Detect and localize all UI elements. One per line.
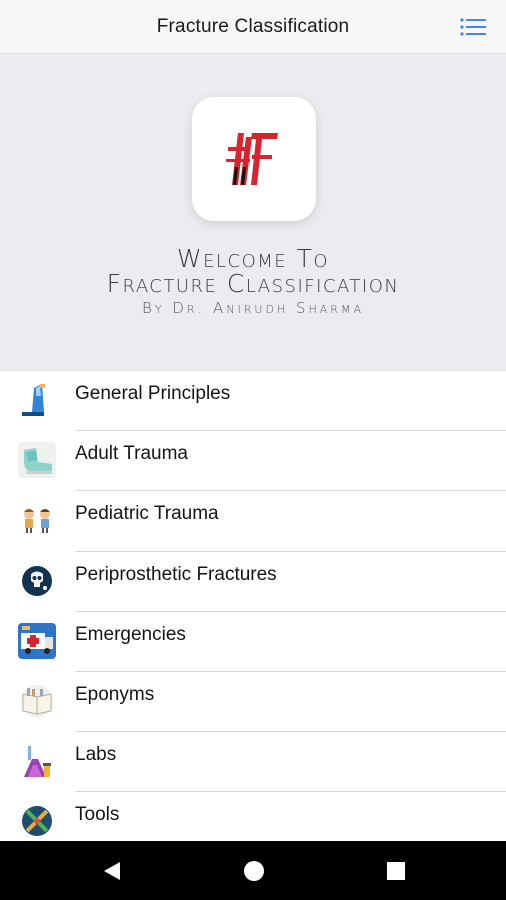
list-item-adult-trauma[interactable]: Adult Trauma bbox=[0, 431, 506, 492]
ff-logo-icon bbox=[226, 133, 278, 185]
home-circle-icon[interactable] bbox=[242, 859, 266, 883]
list-item-pediatric-trauma[interactable]: Pediatric Trauma bbox=[0, 491, 506, 552]
item-label: Periprosthetic Fractures bbox=[75, 563, 277, 585]
app-name-heading: Fracture Classification bbox=[106, 269, 400, 298]
item-label: Eponyms bbox=[75, 683, 155, 705]
list-item-labs[interactable]: Labs bbox=[0, 732, 506, 793]
children-icon bbox=[18, 501, 56, 539]
app-bar: Fracture Classification bbox=[0, 0, 506, 54]
item-label: Pediatric Trauma bbox=[75, 503, 219, 525]
welcome-banner: Welcome To Fracture Classification By Dr… bbox=[0, 54, 506, 371]
skull-xray-icon bbox=[18, 562, 56, 600]
app-logo bbox=[192, 97, 316, 221]
welcome-heading: Welcome To bbox=[176, 244, 330, 273]
list-menu-icon[interactable] bbox=[458, 15, 488, 39]
welcome-text: Welcome To Fracture Classification By Dr… bbox=[0, 246, 506, 318]
system-nav-bar bbox=[0, 841, 506, 900]
item-label: Labs bbox=[75, 744, 117, 766]
list-item-emergencies[interactable]: Emergencies bbox=[0, 612, 506, 672]
list-item-periprosthetic-fractures[interactable]: Periprosthetic Fractures bbox=[0, 552, 506, 612]
recent-square-icon[interactable] bbox=[384, 859, 408, 883]
list-item-tools[interactable]: Tools bbox=[0, 792, 506, 841]
item-label: Tools bbox=[75, 804, 120, 826]
item-label: Adult Trauma bbox=[75, 443, 188, 465]
book-icon bbox=[18, 682, 56, 720]
tools-icon bbox=[18, 802, 56, 840]
category-list: General Principles Adult Trauma Pediatri… bbox=[0, 371, 506, 841]
list-item-eponyms[interactable]: Eponyms bbox=[0, 672, 506, 733]
lab-flask-icon bbox=[18, 742, 56, 780]
back-triangle-icon[interactable] bbox=[100, 859, 124, 883]
page-title: Fracture Classification bbox=[156, 15, 350, 37]
item-label: General Principles bbox=[75, 383, 231, 404]
ambulance-icon bbox=[18, 622, 56, 660]
author-byline: By Dr. Anirudh Sharma bbox=[142, 299, 364, 317]
list-item-general-principles[interactable]: General Principles bbox=[0, 371, 506, 432]
bone-cast-icon bbox=[18, 381, 56, 419]
foot-bandage-icon bbox=[18, 441, 56, 479]
item-label: Emergencies bbox=[75, 623, 186, 645]
